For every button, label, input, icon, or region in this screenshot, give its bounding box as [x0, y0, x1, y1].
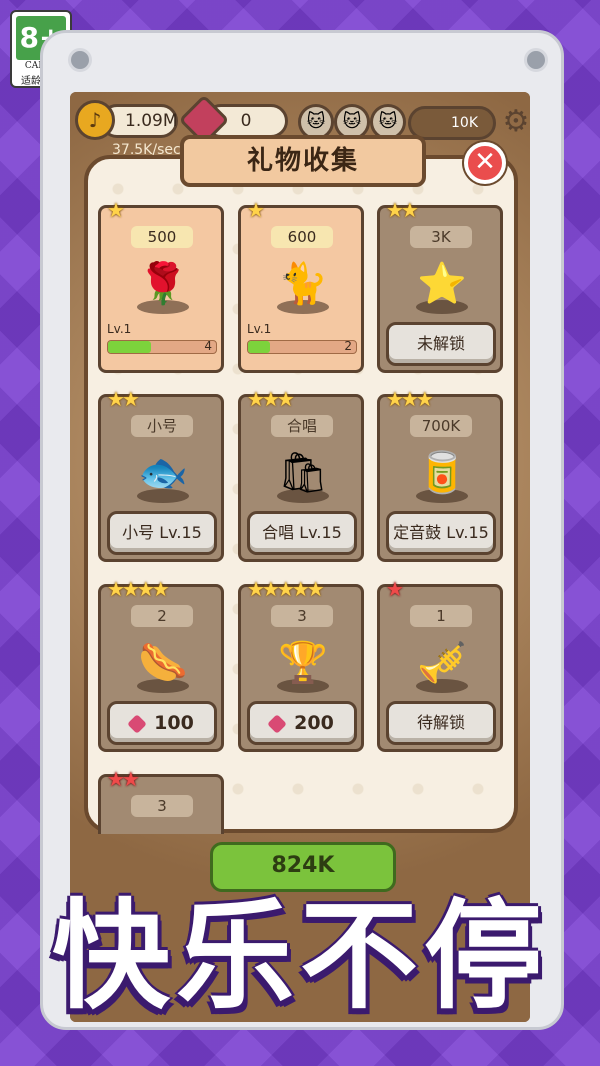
gift-level: Lv.1 — [247, 322, 272, 336]
gift-price: 3 — [271, 605, 333, 627]
cat-count: 10K — [451, 115, 478, 131]
gift-card[interactable]: ★ 1 🎺 待解锁 — [377, 577, 503, 752]
gift-card[interactable]: ★★ 3 — [98, 767, 224, 834]
gift-price: 3 — [131, 795, 193, 817]
progress-count: 2 — [344, 339, 352, 353]
gift-price: 3K — [410, 226, 472, 248]
unlock-button[interactable]: 合唱 Lv.15 — [247, 511, 357, 555]
gift-card[interactable]: ★★ 3K ⭐ 未解锁 — [377, 198, 503, 373]
gem-icon — [267, 713, 288, 734]
trophy-icon: 🏆 — [278, 640, 328, 686]
star-plush-icon: ⭐ — [417, 261, 467, 307]
button-label: 合唱 Lv.15 — [262, 523, 342, 542]
gift-card[interactable]: ★★★ 合唱 🛍 合唱 Lv.15 — [238, 387, 364, 562]
button-label: 200 — [294, 712, 334, 734]
button-label: 定音鼓 Lv.15 — [393, 523, 489, 542]
button-label: 100 — [154, 712, 194, 734]
music-coin-icon: ♪ — [75, 100, 115, 140]
gift-price: 合唱 — [271, 415, 333, 437]
gift-card[interactable]: ★★★ 700K 🥫 定音鼓 Lv.15 — [377, 387, 503, 562]
panel-title: 礼物收集 — [180, 135, 426, 187]
star-rating: ★ — [107, 198, 125, 222]
progress-count: 4 — [204, 339, 212, 353]
gem-amount: 0 — [240, 111, 252, 131]
gift-price: 600 — [271, 226, 333, 248]
gift-level: Lv.1 — [107, 322, 132, 336]
star-rating: ★★★★★ — [247, 577, 325, 601]
button-label: 未解锁 — [416, 334, 465, 353]
gear-icon[interactable]: ⚙ — [500, 106, 532, 138]
gem-icon — [127, 713, 148, 734]
progress-fill — [108, 341, 152, 353]
food-bag-icon: 🛍 — [277, 450, 329, 496]
star-rating: ★ — [386, 577, 404, 601]
unlock-button[interactable]: 定音鼓 Lv.15 — [386, 511, 496, 555]
progress-fill — [248, 341, 270, 353]
gift-price: 小号 — [131, 415, 193, 437]
star-rating: ★★★★ — [107, 577, 170, 601]
gift-price: 2 — [131, 605, 193, 627]
close-icon[interactable]: ✕ — [464, 142, 506, 184]
star-rating: ★★ — [107, 387, 140, 411]
gift-card[interactable]: ★ 500 🌹 Lv.1 4 — [98, 198, 224, 373]
unlock-button[interactable]: 未解锁 — [386, 322, 496, 366]
star-rating: ★ — [247, 198, 265, 222]
gift-card[interactable]: ★★★★ 2 🌭 100 — [98, 577, 224, 752]
gift-card[interactable]: ★★ 小号 🐟 小号 Lv.15 — [98, 387, 224, 562]
button-label: 待解锁 — [416, 713, 465, 732]
unlock-button[interactable]: 待解锁 — [386, 701, 496, 745]
star-rating: ★★ — [386, 198, 419, 222]
rose-icon: 🌹 — [138, 261, 188, 307]
sausage-icon: 🌭 — [138, 640, 188, 686]
gift-price: 500 — [131, 226, 193, 248]
screw-icon — [68, 48, 92, 72]
gift-card[interactable]: ★★★★★ 3 🏆 200 — [238, 577, 364, 752]
can-icon: 🥫 — [417, 450, 467, 496]
fish-icon: 🐟 — [138, 450, 188, 496]
buy-with-gems-button[interactable]: 200 — [247, 701, 357, 745]
gift-progress-bar: 2 — [247, 339, 357, 354]
gift-progress-bar: 4 — [107, 339, 217, 354]
trumpet-icon: 🎺 — [417, 640, 467, 686]
gift-card[interactable]: ★ 600 🐈 Lv.1 2 — [238, 198, 364, 373]
button-label: 小号 Lv.15 — [122, 523, 202, 542]
coin-amount: 1.09M — [125, 111, 178, 131]
star-rating: ★★★ — [386, 387, 434, 411]
star-rating: ★★ — [107, 767, 140, 791]
screw-icon — [524, 48, 548, 72]
cat-counter: 10K — [408, 106, 496, 140]
promo-slogan: 快乐不停 — [51, 887, 548, 1025]
gift-price: 700K — [410, 415, 472, 437]
unlock-button[interactable]: 小号 Lv.15 — [107, 511, 217, 555]
cat-heart-icon: 🐈 — [278, 261, 328, 307]
star-rating: ★★★ — [247, 387, 295, 411]
gift-price: 1 — [410, 605, 472, 627]
buy-with-gems-button[interactable]: 100 — [107, 701, 217, 745]
